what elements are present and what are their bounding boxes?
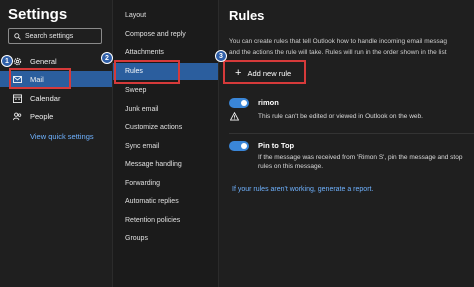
gear-icon: [13, 57, 22, 66]
mail-icon: [13, 75, 22, 84]
mail-settings-nav: Layout Compose and reply Attachments Rul…: [113, 0, 219, 287]
rule-name: Pin to Top: [258, 141, 295, 150]
nav-junk-email[interactable]: Junk email: [125, 106, 158, 113]
settings-pane: Settings Search settings General Mail Ca…: [0, 0, 113, 287]
nav-rules[interactable]: Rules: [113, 63, 218, 80]
rule-toggle-rimon[interactable]: [229, 98, 249, 108]
nav-sweep[interactable]: Sweep: [125, 87, 146, 94]
nav-groups[interactable]: Groups: [125, 235, 148, 242]
rules-description: You can create rules that tell Outlook h…: [229, 36, 474, 58]
nav-people-label: People: [30, 111, 54, 121]
toggle-knob: [241, 143, 247, 149]
calendar-icon: [13, 93, 22, 103]
step-badge-1: 1: [1, 55, 13, 67]
nav-mail-label: Mail: [30, 74, 44, 84]
rules-description-line-1: You can create rules that tell Outlook h…: [229, 38, 447, 45]
search-icon: [14, 32, 21, 40]
rules-title: Rules: [229, 8, 265, 23]
search-placeholder: Search settings: [25, 32, 74, 40]
nav-people[interactable]: People: [0, 108, 112, 124]
generate-report-link[interactable]: If your rules aren't working, generate a…: [232, 186, 373, 193]
settings-title: Settings: [8, 6, 68, 23]
nav-sync-email[interactable]: Sync email: [125, 143, 159, 150]
nav-mail[interactable]: Mail: [0, 71, 112, 87]
plus-icon: +: [235, 66, 242, 79]
nav-attachments[interactable]: Attachments: [125, 49, 164, 56]
nav-compose-and-reply[interactable]: Compose and reply: [125, 31, 186, 38]
warning-icon: [229, 111, 239, 121]
step-badge-2: 2: [101, 52, 113, 64]
rules-pane: Rules You can create rules that tell Out…: [219, 0, 474, 287]
nav-calendar-label: Calendar: [30, 93, 61, 103]
add-new-rule-button[interactable]: + Add new rule: [224, 62, 305, 84]
nav-rules-label: Rules: [125, 68, 143, 75]
view-quick-settings-link[interactable]: View quick settings: [30, 132, 94, 141]
people-icon: [13, 112, 22, 121]
rule-message: If the message was received from 'Rimon …: [258, 154, 463, 161]
search-settings-input[interactable]: Search settings: [8, 28, 102, 44]
nav-layout[interactable]: Layout: [125, 12, 146, 19]
nav-customize-actions[interactable]: Customize actions: [125, 124, 182, 131]
toggle-knob: [241, 100, 247, 106]
rule-message: rules on this message.: [258, 163, 324, 170]
nav-automatic-replies[interactable]: Automatic replies: [125, 198, 179, 205]
rule-message: This rule can't be edited or viewed in O…: [258, 113, 423, 120]
rule-divider: [229, 133, 474, 134]
nav-message-handling[interactable]: Message handling: [125, 161, 182, 168]
add-new-rule-label: Add new rule: [247, 68, 292, 78]
nav-retention-policies[interactable]: Retention policies: [125, 217, 180, 224]
rule-name: rimon: [258, 98, 279, 107]
step-badge-3: 3: [215, 50, 227, 62]
rule-toggle-pin-to-top[interactable]: [229, 141, 249, 151]
nav-forwarding[interactable]: Forwarding: [125, 180, 160, 187]
nav-general[interactable]: General: [0, 53, 112, 69]
nav-calendar[interactable]: Calendar: [0, 90, 112, 106]
rules-description-line-2: and the actions the rule will take. Rule…: [229, 49, 447, 56]
nav-general-label: General: [30, 56, 57, 66]
